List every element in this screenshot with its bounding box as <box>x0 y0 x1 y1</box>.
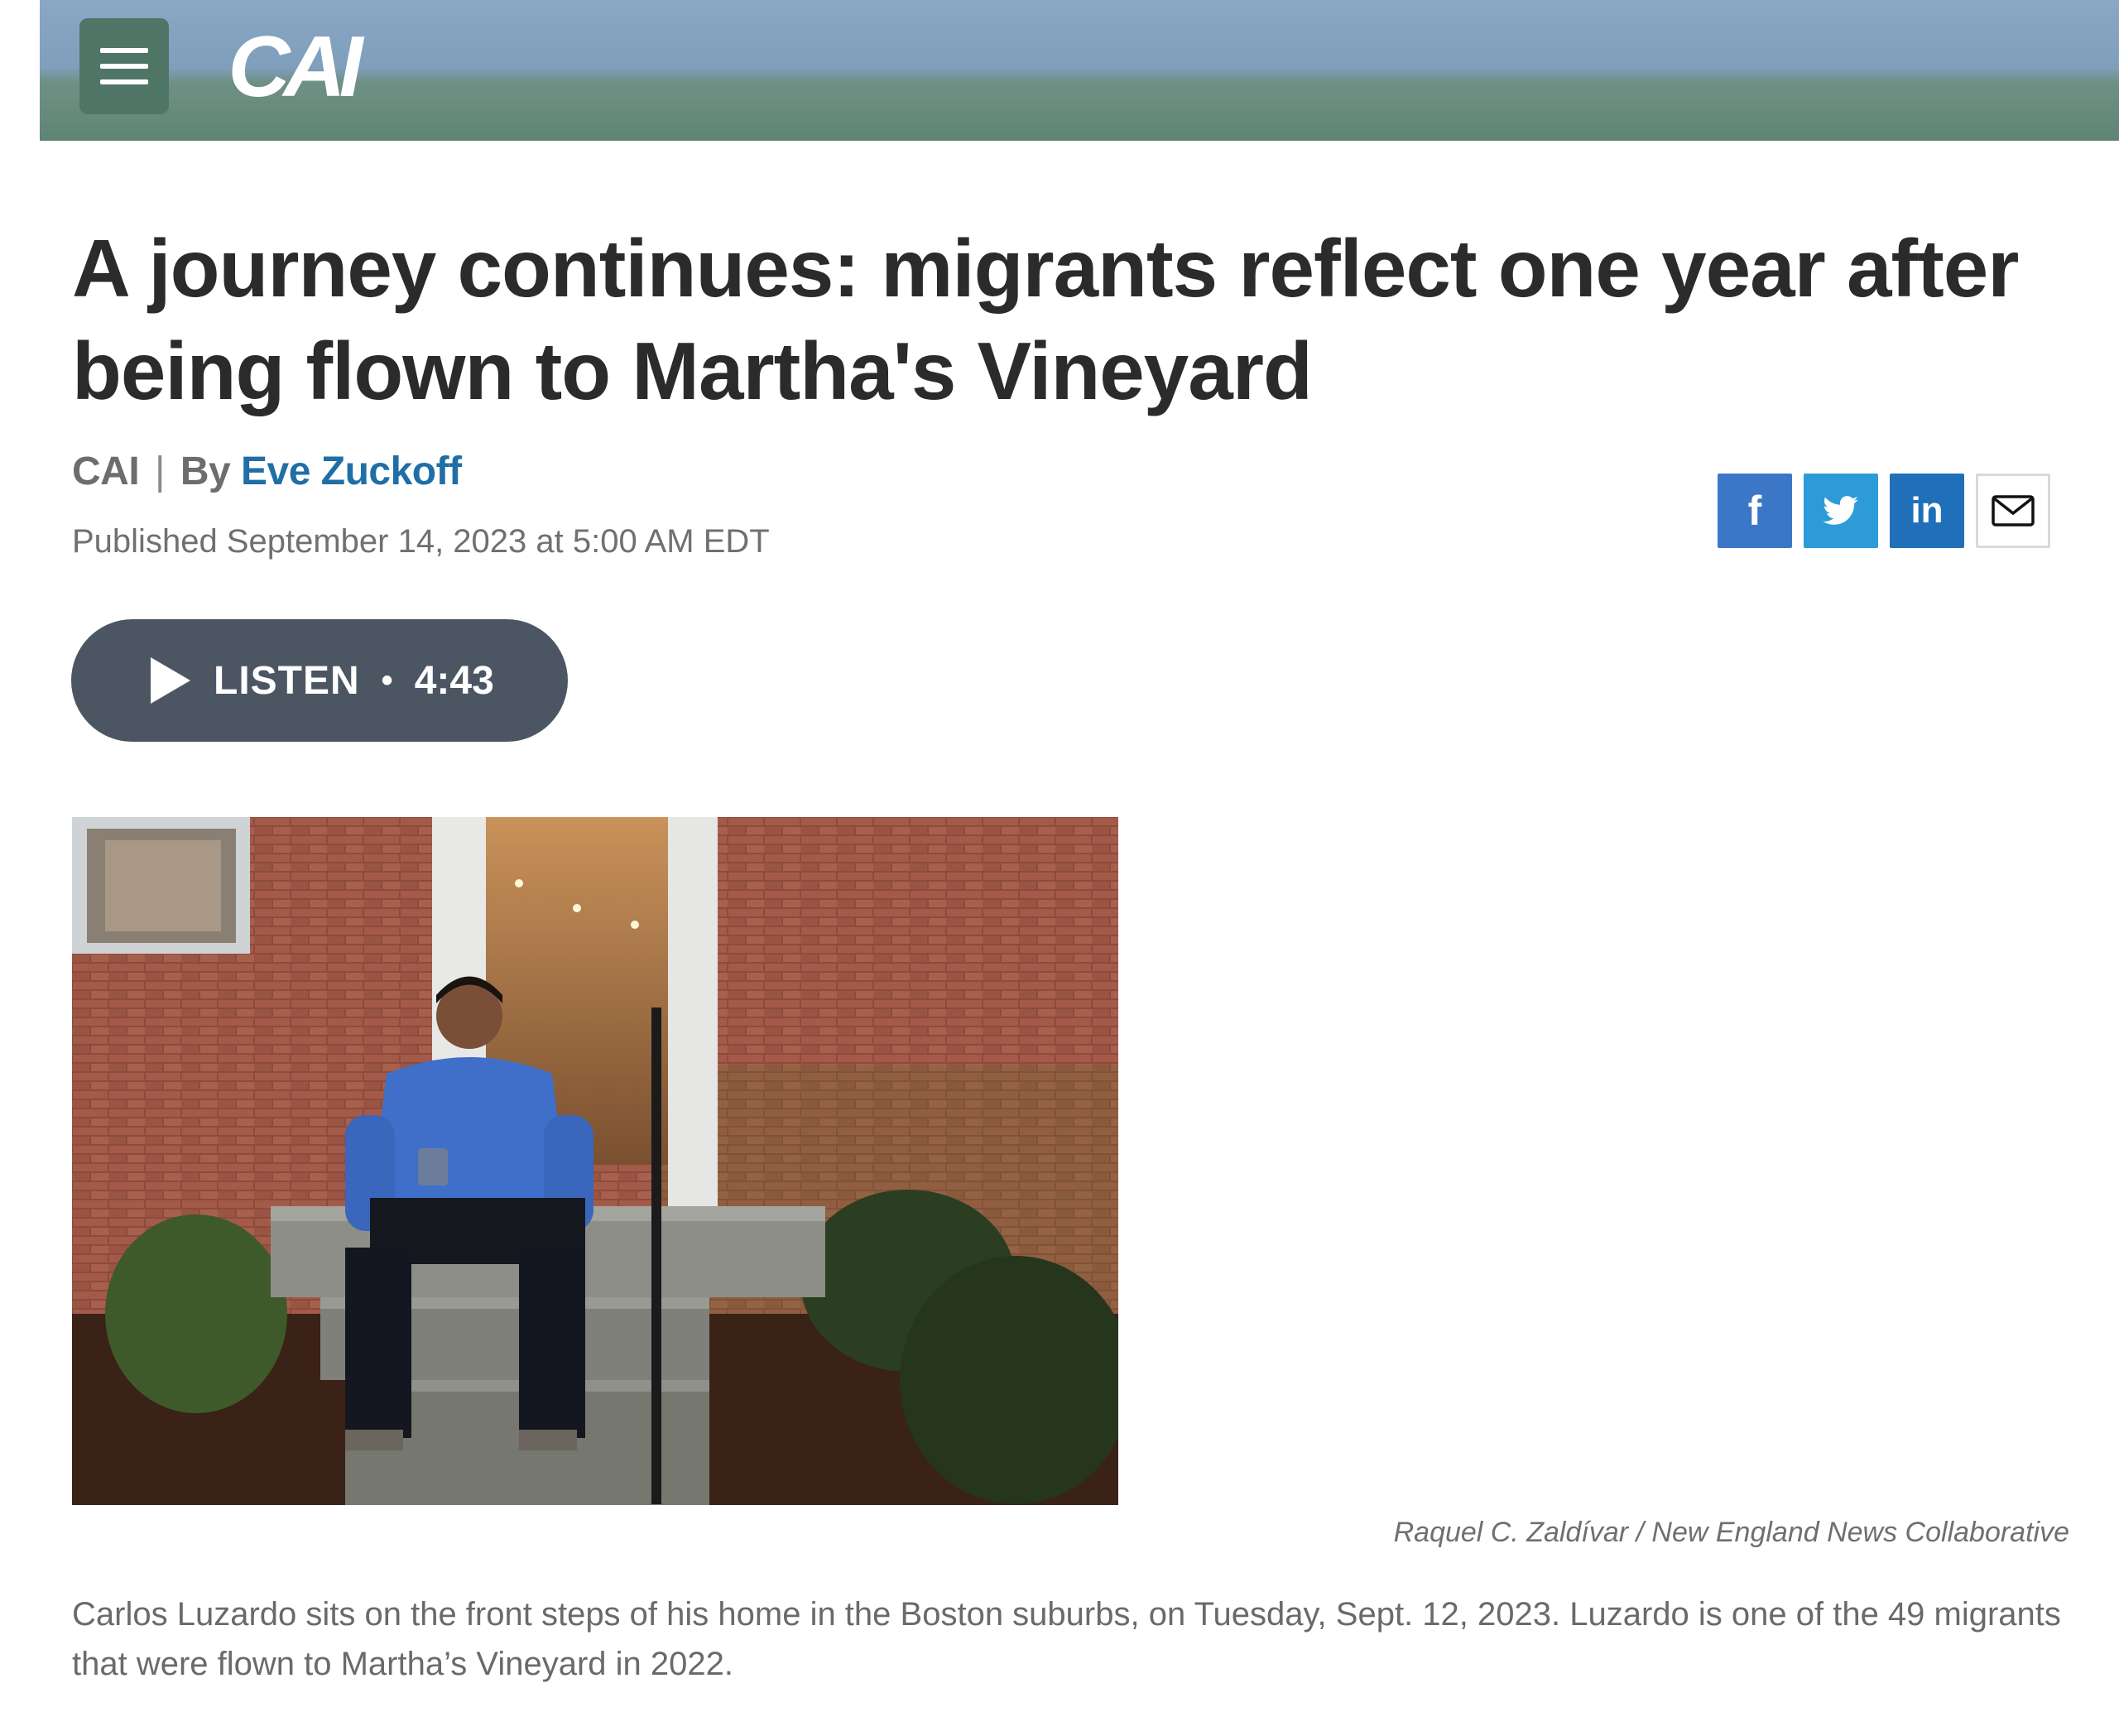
article-photo[interactable] <box>72 817 1118 1505</box>
article-headline: A journey continues: migrants reflect on… <box>72 223 2019 416</box>
publish-date: Published September 14, 2023 at 5:00 AM … <box>72 523 770 560</box>
logo-text: CAI <box>228 19 363 115</box>
photo-credit: Raquel C. Zaldívar / New England News Co… <box>1393 1517 2069 1548</box>
listen-audio-button[interactable]: LISTEN • 4:43 <box>71 619 568 742</box>
email-share-button[interactable] <box>1976 474 2050 548</box>
menu-button[interactable] <box>79 18 169 114</box>
share-buttons: f in <box>1718 474 2050 548</box>
article-page: CAI A journey continues: migrants reflec… <box>0 0 2119 1736</box>
hamburger-menu-icon-bar <box>100 79 148 84</box>
byline-separator: | <box>155 450 165 493</box>
site-header: CAI <box>40 0 2119 141</box>
byline-source: CAI <box>72 450 140 493</box>
linkedin-share-button[interactable]: in <box>1890 474 1964 548</box>
byline: CAI | By Eve Zuckoff <box>72 449 462 494</box>
facebook-icon: f <box>1747 488 1762 534</box>
facebook-share-button[interactable]: f <box>1718 474 1792 548</box>
author-link[interactable]: Eve Zuckoff <box>241 450 462 493</box>
audio-duration: 4:43 <box>414 658 494 703</box>
listen-label: LISTEN <box>214 658 360 703</box>
byline-prefix: By <box>180 450 231 493</box>
play-icon <box>151 657 190 704</box>
photo-illustration <box>72 817 1118 1505</box>
photo-caption: Carlos Luzardo sits on the front steps o… <box>72 1596 2061 1682</box>
listen-separator: • <box>381 661 393 699</box>
hamburger-menu-icon <box>100 48 148 53</box>
email-icon <box>1992 495 2035 527</box>
twitter-share-button[interactable] <box>1804 474 1878 548</box>
site-logo[interactable]: CAI <box>209 15 375 119</box>
twitter-icon <box>1823 496 1858 525</box>
linkedin-icon: in <box>1910 490 1944 531</box>
hamburger-menu-icon-bar <box>100 64 148 69</box>
